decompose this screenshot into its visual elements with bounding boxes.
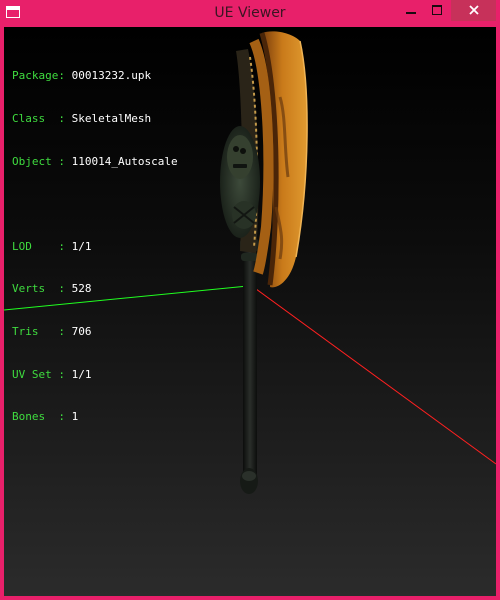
info-value: SkeletalMesh bbox=[71, 112, 152, 125]
info-value: 00013232.upk bbox=[71, 69, 152, 83]
maximize-icon bbox=[432, 5, 442, 15]
info-row-tris: Tris : 706 bbox=[12, 325, 178, 339]
info-value: 706 bbox=[71, 324, 92, 338]
info-value: 1/1 bbox=[71, 239, 92, 253]
info-label: Class : bbox=[12, 112, 65, 125]
info-value: 110014_Autoscale bbox=[71, 154, 178, 168]
info-value: 528 bbox=[71, 282, 92, 296]
info-row-object: Object : 110014_Autoscale bbox=[12, 155, 178, 169]
mesh-info-panel: Package: 00013232.upk Class : SkeletalMe… bbox=[12, 41, 178, 453]
maximize-button[interactable] bbox=[424, 0, 450, 21]
info-value: 1 bbox=[71, 410, 79, 424]
info-label: UV Set : bbox=[12, 367, 65, 381]
minimize-icon bbox=[406, 12, 416, 14]
info-label: Tris : bbox=[12, 324, 65, 338]
info-label: Bones : bbox=[12, 410, 65, 424]
info-row-verts: Verts : 528 bbox=[12, 282, 178, 296]
axe-blade bbox=[249, 31, 308, 288]
app-window: UE Viewer Package: 00013232.upk Class: … bbox=[0, 0, 500, 600]
info-row-package: Package: 00013232.upk bbox=[12, 69, 178, 83]
close-icon bbox=[468, 5, 479, 15]
info-label: Object : bbox=[12, 154, 65, 168]
axe-head-ornament bbox=[220, 49, 260, 253]
axe-handle bbox=[240, 235, 259, 494]
info-row-uvset: UV Set : 1/1 bbox=[12, 368, 178, 382]
title-bar[interactable]: UE Viewer bbox=[0, 0, 500, 27]
info-value: 1/1 bbox=[71, 367, 92, 381]
info-row-class: Class : SkeletalMesh bbox=[12, 112, 178, 126]
axis-x-line bbox=[251, 285, 496, 465]
info-label: Verts : bbox=[12, 282, 65, 296]
info-row-lod: LOD : 1/1 bbox=[12, 240, 178, 254]
3d-viewport[interactable]: Package: 00013232.upk Class : SkeletalMe… bbox=[4, 27, 496, 596]
info-label: Package: bbox=[12, 69, 65, 83]
minimize-button[interactable] bbox=[398, 0, 424, 21]
close-button[interactable] bbox=[451, 0, 496, 21]
info-row-bones: Bones : 1 bbox=[12, 410, 178, 424]
info-label: LOD : bbox=[12, 239, 65, 253]
